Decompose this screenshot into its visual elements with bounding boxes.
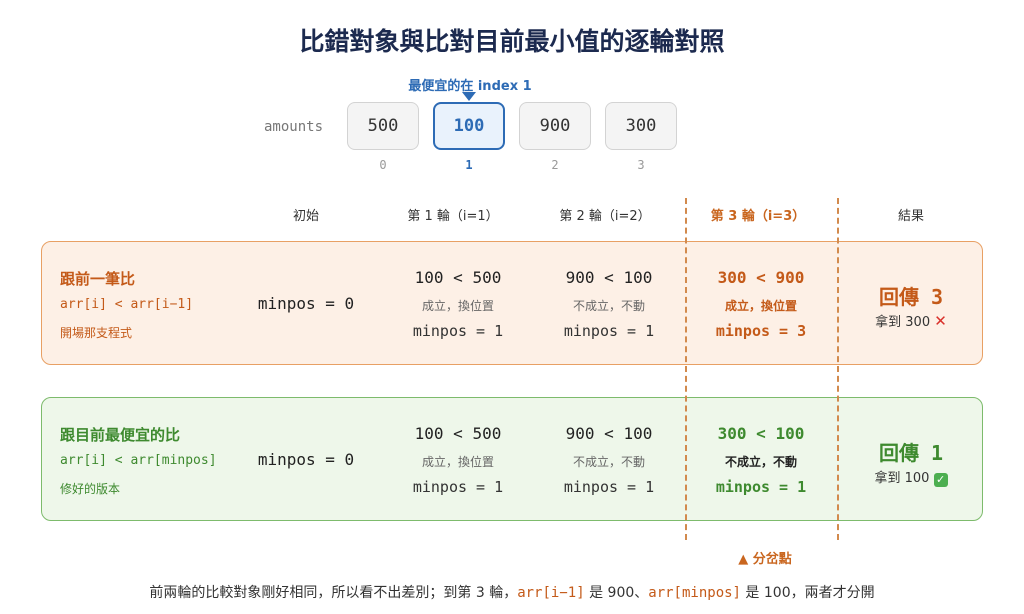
- column-header-round2: 第 2 輪（i=2）: [559, 209, 651, 224]
- right-r3-minpos: minpos = 1: [715, 478, 807, 496]
- right-result-sub: 拿到 100 ✓: [838, 467, 984, 487]
- wrong-r2-minpos: minpos = 1: [563, 322, 655, 340]
- array-cell-1: 100: [433, 102, 505, 150]
- wrong-row-desc: 開場那支程式: [60, 326, 133, 340]
- wrong-r1-minpos: minpos = 1: [412, 322, 504, 340]
- column-header-round3: 第 3 輪（i=3）: [710, 209, 806, 224]
- right-row-desc: 修好的版本: [60, 482, 121, 496]
- right-row-code: arr[i] < arr[minpos]: [60, 453, 217, 468]
- amounts-label: amounts: [264, 119, 324, 135]
- footer-code-2: arr[minpos]: [648, 585, 741, 601]
- divider-round3-left: [685, 198, 687, 540]
- footer-text-3: 是 100，兩者才分開: [740, 585, 875, 601]
- wrong-r1-compare: 100 < 500: [414, 268, 502, 287]
- array-index-3: 3: [637, 158, 645, 172]
- column-header-result: 結果: [897, 209, 924, 224]
- footer-text-1: 前兩輪的比較對象剛好相同，所以看不出差別；到第 3 輪，: [149, 585, 518, 601]
- cross-mark-icon: ✕: [934, 312, 947, 330]
- right-r1-note: 成立，換位置: [421, 455, 494, 469]
- diverge-label: ▲ 分岔點: [738, 552, 792, 567]
- array-index-0: 0: [379, 158, 387, 172]
- footer-text-2: 是 900、: [584, 585, 649, 601]
- wrong-r1-note: 成立，換位置: [421, 299, 494, 313]
- right-r2-minpos: minpos = 1: [563, 478, 655, 496]
- right-r2-note: 不成立，不動: [572, 455, 645, 469]
- wrong-r3-compare: 300 < 900: [717, 268, 805, 287]
- right-result: 回傳 1: [878, 441, 944, 465]
- divider-round3-right: [837, 198, 839, 540]
- array-cell-3: 300: [605, 102, 677, 150]
- right-result-sub-text: 拿到 100: [874, 471, 930, 486]
- footer-caption: 前兩輪的比較對象剛好相同，所以看不出差別；到第 3 輪，arr[i−1] 是 9…: [0, 582, 1024, 602]
- array-index-2: 2: [551, 158, 559, 172]
- array-cell-0: 500: [347, 102, 419, 150]
- wrong-init: minpos = 0: [257, 294, 355, 313]
- right-r1-compare: 100 < 500: [414, 424, 502, 443]
- array-index-1: 1: [465, 158, 473, 172]
- right-r1-minpos: minpos = 1: [412, 478, 504, 496]
- wrong-r2-note: 不成立，不動: [572, 299, 645, 313]
- diagram-title: 比錯對象與比對目前最小值的逐輪對照: [299, 27, 725, 56]
- column-header-round1: 第 1 輪（i=1）: [407, 209, 499, 224]
- right-init: minpos = 0: [257, 450, 355, 469]
- wrong-result-sub-text: 拿到 300: [875, 315, 931, 330]
- footer-code-1: arr[i−1]: [517, 585, 585, 601]
- right-r3-note: 不成立，不動: [724, 455, 797, 469]
- wrong-result: 回傳 3: [878, 285, 944, 309]
- pointer-arrow-icon: [462, 92, 476, 101]
- wrong-r3-minpos: minpos = 3: [715, 322, 807, 340]
- wrong-row-code: arr[i] < arr[i−1]: [60, 297, 194, 312]
- wrong-r2-compare: 900 < 100: [565, 268, 653, 287]
- right-row-title: 跟目前最便宜的比: [60, 426, 181, 444]
- wrong-row-title: 跟前一筆比: [60, 270, 136, 288]
- right-r3-compare: 300 < 100: [717, 424, 805, 443]
- check-mark-icon: ✓: [933, 473, 948, 487]
- right-r2-compare: 900 < 100: [565, 424, 653, 443]
- wrong-result-sub: 拿到 300 ✕: [838, 311, 984, 330]
- column-header-init: 初始: [292, 209, 319, 224]
- wrong-r3-note: 成立，換位置: [724, 299, 797, 313]
- array-cell-2: 900: [519, 102, 591, 150]
